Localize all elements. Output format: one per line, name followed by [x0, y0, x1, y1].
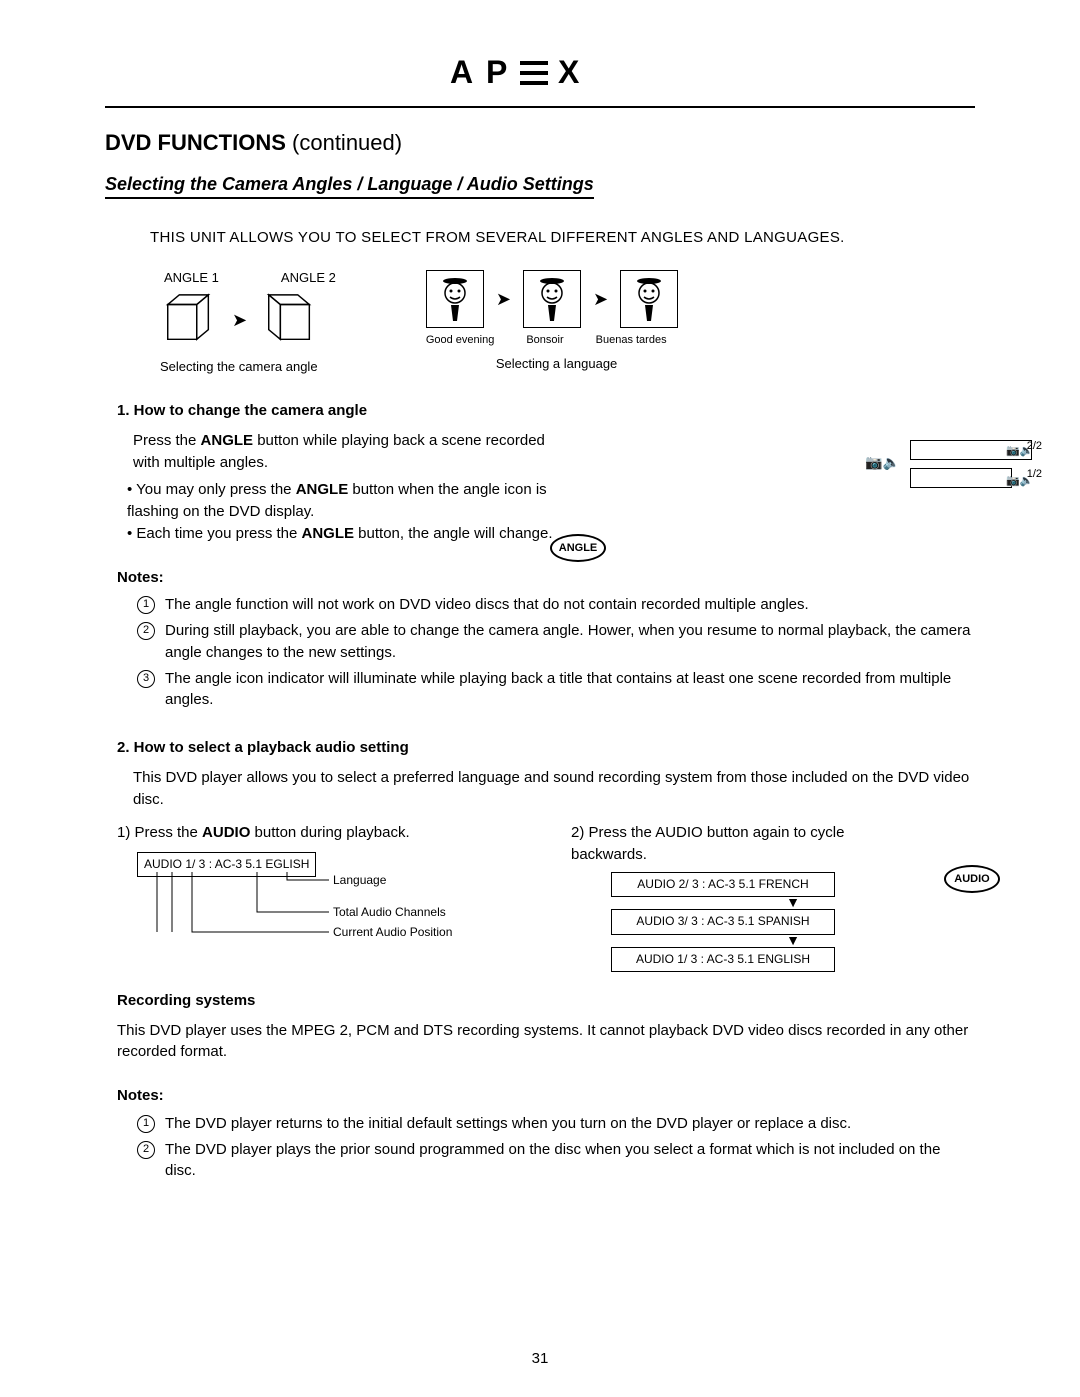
arrow-icon: ➤: [232, 310, 247, 331]
lang-label-3: Buenas tardes: [596, 334, 667, 346]
circled-2-icon: 2: [137, 622, 155, 640]
step1-text-pre: Press the: [133, 432, 201, 449]
cube-icon: [261, 291, 319, 349]
svg-text:P: P: [486, 55, 517, 90]
cube-icon: [160, 291, 218, 349]
bullet-item: Each time you press the ANGLE button, th…: [127, 523, 975, 545]
subsection-heading: Selecting the Camera Angles / Language /…: [105, 174, 594, 199]
notes1-heading: Notes:: [117, 567, 975, 589]
section-title: DVD FUNCTIONS: [105, 130, 286, 155]
circled-2-icon: 2: [137, 1141, 155, 1159]
page-number: 31: [0, 1350, 1080, 1367]
b1-bold: ANGLE: [296, 481, 349, 498]
person-icon: [523, 270, 581, 328]
audio-box-3: AUDIO 3/ 3 : AC-3 5.1 SPANISH: [611, 909, 835, 934]
b1-pre: You may only press the: [136, 481, 296, 498]
arrow-icon: ➤: [593, 289, 608, 310]
header-rule: [105, 106, 975, 108]
osd-illustration: 📷🔈 📷🔈 2/2 1/2: [910, 440, 1040, 500]
svg-text:A: A: [450, 55, 481, 90]
step2-heading: 2. How to select a playback audio settin…: [117, 737, 975, 759]
audio-left-diagram: AUDIO 1/ 3 : AC-3 5.1 EGLISH Language To…: [137, 852, 521, 952]
s2l-post: button during playback.: [250, 824, 409, 841]
step1-heading: 1. How to change the camera angle: [117, 400, 975, 422]
language-diagram: ➤ ➤: [426, 270, 678, 371]
lang-label-2: Bonsoir: [526, 334, 563, 346]
rec-heading: Recording systems: [117, 990, 975, 1012]
section-heading: DVD FUNCTIONS (continued): [105, 130, 975, 156]
angle1-label: ANGLE 1: [164, 270, 219, 285]
note1-3: The angle icon indicator will illuminate…: [165, 668, 975, 712]
osd-bottom: 1/2: [1027, 468, 1042, 480]
leader-channels: Total Audio Channels: [333, 904, 446, 921]
down-arrow-icon: ▼: [611, 935, 975, 947]
b2-bold: ANGLE: [302, 525, 355, 542]
angle-word: ANGLE: [201, 432, 254, 449]
person-icon: [426, 270, 484, 328]
note2-2: The DVD player plays the prior sound pro…: [165, 1139, 975, 1183]
angle-caption: Selecting the camera angle: [160, 359, 336, 374]
circled-3-icon: 3: [137, 670, 155, 688]
note2-1: The DVD player returns to the initial de…: [165, 1113, 851, 1135]
note1-2: During still playback, you are able to c…: [165, 620, 975, 664]
bullet-item: You may only press the ANGLE button when…: [127, 479, 577, 523]
audio-box-4: AUDIO 1/ 3 : AC-3 5.1 ENGLISH: [611, 947, 835, 972]
down-arrow-icon: ▼: [611, 897, 975, 909]
audio-right-diagram: AUDIO 2/ 3 : AC-3 5.1 FRENCH ▼ AUDIO 3/ …: [611, 872, 975, 972]
angle-diagram: ANGLE 1 ANGLE 2 ➤ Selecting the camera a…: [160, 270, 336, 374]
s2l-bold: AUDIO: [202, 824, 250, 841]
circled-1-icon: 1: [137, 1115, 155, 1133]
arrow-icon: ➤: [496, 289, 511, 310]
lang-label-1: Good evening: [426, 334, 495, 346]
person-icon: [620, 270, 678, 328]
lang-caption: Selecting a language: [496, 356, 678, 371]
b2-post: button, the angle will change.: [354, 525, 552, 542]
s2l-pre: 1) Press the: [117, 824, 202, 841]
osd-top: 2/2: [1027, 440, 1042, 452]
camera-speaker-icon: 📷🔈: [865, 454, 900, 471]
brand-logo: A P X: [105, 55, 975, 100]
intro-text: THIS UNIT ALLOWS YOU TO SELECT FROM SEVE…: [150, 229, 975, 246]
leader-position: Current Audio Position: [333, 924, 452, 941]
section-continued: (continued): [292, 130, 402, 155]
step2-left: 1) Press the AUDIO button during playbac…: [117, 822, 521, 844]
circled-1-icon: 1: [137, 596, 155, 614]
audio-button-icon: AUDIO: [944, 865, 1000, 893]
svg-text:X: X: [558, 55, 589, 90]
audio-box-2: AUDIO 2/ 3 : AC-3 5.1 FRENCH: [611, 872, 835, 897]
angle2-label: ANGLE 2: [281, 270, 336, 285]
notes2-heading: Notes:: [117, 1085, 975, 1107]
leader-language: Language: [333, 872, 386, 889]
rec-body: This DVD player uses the MPEG 2, PCM and…: [117, 1020, 975, 1064]
angle-button-icon: ANGLE: [550, 534, 606, 562]
b2-pre: Each time you press the: [136, 525, 301, 542]
step2-body: This DVD player allows you to select a p…: [133, 767, 975, 811]
note1-1: The angle function will not work on DVD …: [165, 594, 809, 616]
step2-right: 2) Press the AUDIO button again to cycle…: [571, 822, 851, 866]
